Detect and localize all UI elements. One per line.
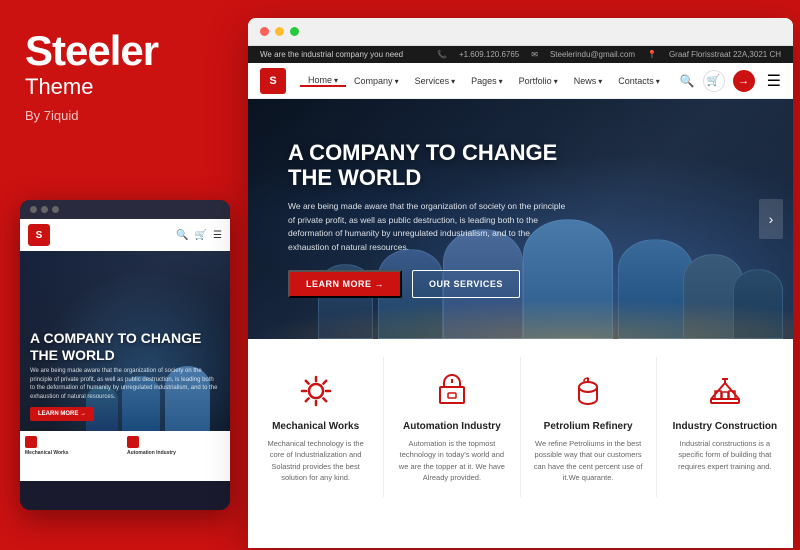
nav-news-chevron <box>598 76 602 86</box>
site-logo[interactable]: S <box>260 68 286 94</box>
services-section: Mechanical Works Mechanical technology i… <box>248 339 793 497</box>
nav-portfolio-chevron <box>554 76 558 86</box>
browser-titlebar <box>248 18 793 46</box>
mobile-hero-section: A COMPANY TO CHANGE THE WORLD We are bei… <box>20 251 230 431</box>
hero-description: We are being made aware that the organiz… <box>288 200 568 254</box>
mobile-service-icon-2 <box>127 436 139 448</box>
ground-glow <box>248 299 793 339</box>
nav-item-pages[interactable]: Pages <box>463 75 511 87</box>
nav-pages-chevron <box>499 76 503 86</box>
browser-dot-red[interactable] <box>260 27 269 36</box>
topbar-contact: 📞 +1.609.120.6765 ✉ Steelerindu@gmail.co… <box>437 50 781 59</box>
hero-content: A COMPANY TO CHANGE THE WORLD We are bei… <box>248 140 568 299</box>
browser-window: We are the industrial company you need 📞… <box>248 18 793 548</box>
topbar-email: Steelerindu@gmail.com <box>550 50 635 59</box>
topbar-phone: +1.609.120.6765 <box>459 50 519 59</box>
hamburger-icon[interactable]: ☰ <box>767 71 781 91</box>
learn-more-button[interactable]: LEARN MORE → <box>288 270 402 298</box>
service-desc-3: We refine Petroliums in the best possibl… <box>533 438 644 483</box>
topbar-location-icon: 📍 <box>647 50 657 59</box>
automation-industry-icon <box>432 371 472 411</box>
service-title-1: Mechanical Works <box>260 421 371 432</box>
nav-company-chevron <box>395 76 399 86</box>
mobile-hero-text: A COMPANY TO CHANGE THE WORLD We are bei… <box>30 330 220 421</box>
site-topbar: We are the industrial company you need 📞… <box>248 46 793 63</box>
site-navigation: S Home Company Services Pages Portfolio <box>248 63 793 99</box>
service-card-2: Automation Industry Automation is the to… <box>384 357 520 497</box>
mobile-preview: S 🔍 🛒 ☰ A COMPANY TO CHANGE THE WORLD We… <box>20 200 230 510</box>
service-title-4: Industry Construction <box>669 421 781 432</box>
nav-item-news[interactable]: News <box>566 75 611 87</box>
nav-contacts-chevron <box>656 76 660 86</box>
nav-home-label: Home <box>308 75 332 85</box>
mobile-dot-2 <box>41 206 48 213</box>
nav-services-chevron <box>451 76 455 86</box>
mobile-service-1: Mechanical Works <box>25 436 123 476</box>
service-desc-2: Automation is the topmost technology in … <box>396 438 507 483</box>
hero-section: A COMPANY TO CHANGE THE WORLD We are bei… <box>248 99 793 339</box>
search-icon[interactable]: 🔍 <box>680 74 695 88</box>
brand-by: By 7iquid <box>25 108 215 123</box>
nav-services-label: Services <box>415 76 450 86</box>
mobile-header: S 🔍 🛒 ☰ <box>20 219 230 251</box>
service-title-2: Automation Industry <box>396 421 507 432</box>
mobile-search-icon: 🔍 <box>176 230 188 241</box>
nav-company-label: Company <box>354 76 393 86</box>
our-services-button[interactable]: OUR SERVICES <box>412 270 520 298</box>
nav-home-chevron <box>334 75 338 85</box>
nav-utility-icons: 🔍 🛒 → ☰ <box>680 70 781 92</box>
service-card-4: Industry Construction Industrial constru… <box>657 357 793 497</box>
mobile-learn-more-button[interactable]: LEARN MORE → <box>30 407 94 421</box>
browser-dot-yellow[interactable] <box>275 27 284 36</box>
topbar-address: Graaf Florisstraat 22A,3021 CH <box>669 50 781 59</box>
slider-next-arrow[interactable]: › <box>759 199 783 239</box>
hero-buttons: LEARN MORE → OUR SERVICES <box>288 270 568 298</box>
brand-title: Steeler <box>25 30 215 72</box>
nav-item-contacts[interactable]: Contacts <box>610 75 668 87</box>
mobile-service-title-1: Mechanical Works <box>25 450 69 456</box>
nav-portfolio-label: Portfolio <box>519 76 552 86</box>
service-desc-1: Mechanical technology is the core of Ind… <box>260 438 371 483</box>
nav-pages-label: Pages <box>471 76 497 86</box>
petrolium-refinery-icon <box>568 371 608 411</box>
nav-item-company[interactable]: Company <box>346 75 407 87</box>
mobile-service-2: Automation Industry <box>127 436 225 476</box>
mobile-titlebar <box>20 200 230 219</box>
brand-subtitle: Theme <box>25 74 215 100</box>
left-panel: Steeler Theme By 7iquid S 🔍 🛒 ☰ <box>0 0 240 550</box>
mobile-hero-desc: We are being made aware that the organiz… <box>30 367 220 401</box>
nav-contacts-label: Contacts <box>618 76 654 86</box>
service-card-1: Mechanical Works Mechanical technology i… <box>248 357 384 497</box>
mobile-services: Mechanical Works Automation Industry <box>20 431 230 481</box>
service-card-3: Petrolium Refinery We refine Petroliums … <box>521 357 657 497</box>
nav-news-label: News <box>574 76 597 86</box>
mechanical-works-icon <box>296 371 336 411</box>
browser-dot-green[interactable] <box>290 27 299 36</box>
nav-item-portfolio[interactable]: Portfolio <box>511 75 566 87</box>
mobile-dot-1 <box>30 206 37 213</box>
topbar-email-icon: ✉ <box>531 50 538 59</box>
nav-item-home[interactable]: Home <box>300 75 346 87</box>
mobile-service-title-2: Automation Industry <box>127 450 176 456</box>
nav-arrow-button[interactable]: → <box>733 70 755 92</box>
mobile-hero-title: A COMPANY TO CHANGE THE WORLD <box>30 330 220 364</box>
mobile-menu-icon: ☰ <box>213 230 222 241</box>
service-desc-4: Industrial constructions is a specific f… <box>669 438 781 472</box>
topbar-phone-icon: 📞 <box>437 50 447 59</box>
mobile-logo: S <box>28 224 50 246</box>
mobile-service-icon-1 <box>25 436 37 448</box>
topbar-tagline: We are the industrial company you need <box>260 50 403 59</box>
nav-item-services[interactable]: Services <box>407 75 464 87</box>
mobile-nav-icons: 🔍 🛒 ☰ <box>176 230 222 241</box>
cart-icon[interactable]: 🛒 <box>703 70 725 92</box>
nav-items: Home Company Services Pages Portfolio Ne… <box>300 75 680 87</box>
service-title-3: Petrolium Refinery <box>533 421 644 432</box>
hero-title: A COMPANY TO CHANGE THE WORLD <box>288 140 568 191</box>
industry-construction-icon <box>705 371 745 411</box>
mobile-dot-3 <box>52 206 59 213</box>
mobile-cart-icon: 🛒 <box>195 230 207 241</box>
